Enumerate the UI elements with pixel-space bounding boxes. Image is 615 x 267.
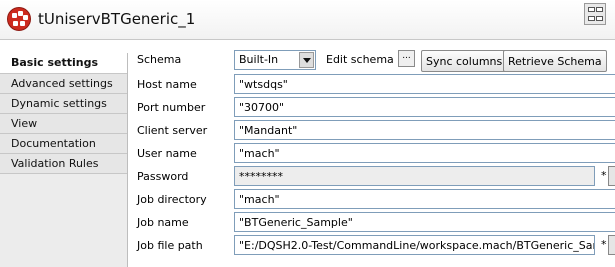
sync-columns-button[interactable]: Sync columns — [421, 50, 508, 72]
sidebar-item-advanced-settings[interactable]: Advanced settings — [0, 74, 127, 94]
client-server-field[interactable]: "Mandant" — [234, 120, 615, 140]
host-row: Host name "wtsdqs" — [129, 73, 615, 96]
job-name-label: Job name — [137, 216, 189, 229]
component-title: tUniservBTGeneric_1 — [38, 10, 196, 28]
settings-sidebar: Basic settings Advanced settings Dynamic… — [0, 53, 128, 267]
component-header: tUniservBTGeneric_1 — [0, 0, 615, 40]
user-name-label: User name — [137, 147, 197, 160]
user-name-field[interactable]: "mach" — [234, 143, 615, 163]
client-row: Client server "Mandant" — [129, 119, 615, 142]
job-file-path-browse-button[interactable] — [608, 235, 615, 255]
host-name-field[interactable]: "wtsdqs" — [234, 74, 615, 94]
host-name-label: Host name — [137, 78, 197, 91]
port-number-field[interactable]: "30700" — [234, 97, 615, 117]
sidebar-item-view[interactable]: View — [0, 114, 127, 134]
job-name-row: Job name "BTGeneric_Sample" — [129, 211, 615, 234]
job-directory-label: Job directory — [137, 193, 207, 206]
job-name-field[interactable]: "BTGeneric_Sample" — [234, 212, 615, 232]
edit-schema-button[interactable]: ... — [398, 50, 415, 67]
password-field[interactable]: ******** — [234, 166, 595, 186]
sidebar-item-documentation[interactable]: Documentation — [0, 134, 127, 154]
job-file-path-required-marker: * — [601, 238, 607, 251]
password-row: Password ******** * — [129, 165, 615, 188]
schema-select-value: Built-In — [239, 53, 279, 66]
sidebar-item-basic-settings[interactable]: Basic settings — [0, 53, 127, 74]
sidebar-item-dynamic-settings[interactable]: Dynamic settings — [0, 94, 127, 114]
port-number-label: Port number — [137, 101, 206, 114]
port-row: Port number "30700" — [129, 96, 615, 119]
client-server-label: Client server — [137, 124, 208, 137]
chevron-down-icon — [299, 52, 314, 68]
password-required-marker: * — [601, 169, 607, 182]
schema-label: Schema — [137, 53, 182, 66]
job-file-path-row: Job file path "E:/DQSH2.0-Test/CommandLi… — [129, 234, 615, 257]
schema-select[interactable]: Built-In — [234, 50, 316, 70]
job-directory-field[interactable]: "mach" — [234, 189, 615, 209]
edit-schema-label: Edit schema — [326, 53, 394, 66]
retrieve-schema-button[interactable]: Retrieve Schema — [503, 50, 607, 72]
schema-row: Schema Built-In Edit schema ... Sync col… — [129, 46, 615, 74]
sidebar-item-validation-rules[interactable]: Validation Rules — [0, 154, 127, 174]
password-browse-button[interactable] — [608, 166, 615, 186]
job-file-path-field[interactable]: "E:/DQSH2.0-Test/CommandLine/workspace.m… — [234, 235, 595, 255]
job-directory-row: Job directory "mach" — [129, 188, 615, 211]
layout-toggle-icon[interactable] — [584, 3, 606, 25]
job-file-path-label: Job file path — [137, 239, 203, 252]
password-label: Password — [137, 170, 189, 183]
tuniserv-component-icon — [7, 7, 31, 31]
user-row: User name "mach" — [129, 142, 615, 165]
basic-settings-form: Schema Built-In Edit schema ... Sync col… — [129, 41, 615, 267]
